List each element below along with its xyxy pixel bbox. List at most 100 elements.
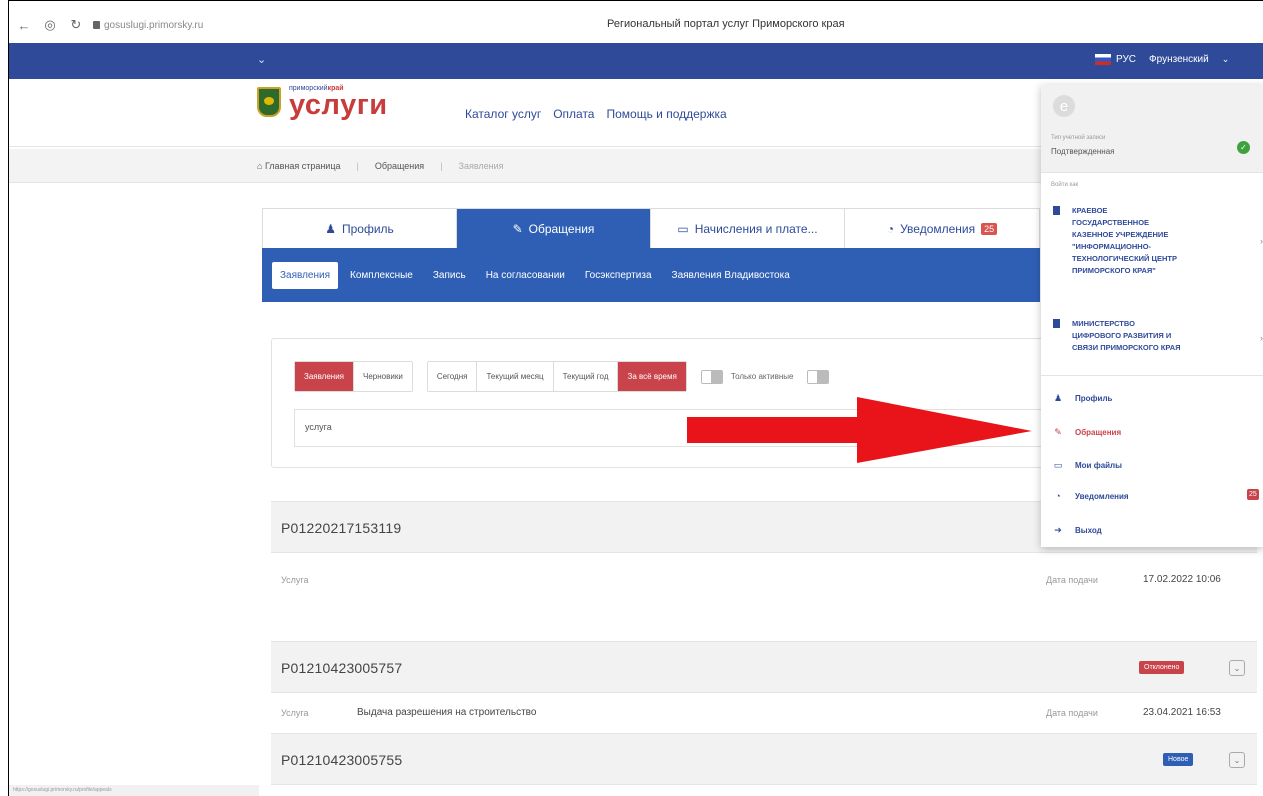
expand-icon[interactable]: ⌄ bbox=[1229, 752, 1245, 768]
active-only-toggle[interactable] bbox=[700, 369, 723, 384]
account-type: Подтвержденная bbox=[1051, 147, 1115, 156]
org-name-line: МИНИСТЕРСТВО bbox=[1072, 319, 1135, 328]
breadcrumb-current: Заявления bbox=[458, 161, 504, 171]
red-arrow-annotation bbox=[687, 397, 1032, 463]
user-icon: ♟ bbox=[325, 221, 336, 236]
user-dropdown: e Тип учетной записи Подтвержденная ✓ Во… bbox=[1041, 85, 1263, 547]
tab-notifications[interactable]: ◔ Уведомления 25 bbox=[845, 209, 1039, 248]
reload-icon[interactable]: ↻ bbox=[65, 14, 87, 36]
logo[interactable]: приморскийкрай услуги bbox=[257, 85, 388, 121]
language-switch[interactable]: РУС bbox=[1116, 54, 1136, 65]
active-only-label: Только активные bbox=[730, 372, 794, 381]
notifications-badge: 25 bbox=[981, 222, 998, 235]
breadcrumb-home[interactable]: ⌂ Главная страница bbox=[257, 161, 340, 171]
breadcrumb: ⌂ Главная страница | Обращения | Заявлен… bbox=[257, 161, 504, 171]
org-name-line: "ИНФОРМАЦИОННО- bbox=[1072, 242, 1152, 251]
menu-appeals[interactable]: ✎ Обращения bbox=[1053, 427, 1121, 438]
org-item-itc[interactable]: КРАЕВОЕ ГОСУДАРСТВЕННОЕ КАЗЕННОЕ УЧРЕЖДЕ… bbox=[1053, 205, 1263, 277]
tab-appeals[interactable]: ✎ Обращения bbox=[457, 209, 651, 248]
subtab-booking[interactable]: Запись bbox=[425, 262, 474, 289]
logo-title: услуги bbox=[289, 89, 388, 121]
status-badge: Отклонено bbox=[1139, 661, 1185, 674]
folder-icon: ▭ bbox=[1053, 460, 1063, 470]
extensions-icon[interactable]: ◎ bbox=[39, 14, 61, 36]
lock-icon bbox=[93, 21, 100, 29]
org-item-ministry[interactable]: МИНИСТЕРСТВО ЦИФРОВОГО РАЗВИТИЯ И СВЯЗИ … bbox=[1053, 318, 1263, 354]
org-name-line: ГОСУДАРСТВЕННОЕ bbox=[1072, 218, 1150, 227]
org-name: МИНИСТЕРСТВО ЦИФРОВОГО РАЗВИТИЯ И СВЯЗИ … bbox=[1072, 318, 1181, 354]
filter-drafts-button[interactable]: Черновики bbox=[354, 362, 412, 391]
card-icon: ▭ bbox=[677, 221, 689, 236]
menu-profile[interactable]: ♟ Профиль bbox=[1053, 393, 1113, 404]
chevron-down-icon[interactable]: ⌄ bbox=[1222, 54, 1230, 65]
breadcrumb-appeals[interactable]: Обращения bbox=[375, 161, 424, 171]
period-month-button[interactable]: Текущий месяц bbox=[477, 362, 554, 391]
period-today-button[interactable]: Сегодня bbox=[427, 362, 478, 391]
nav-catalog[interactable]: Каталог услуг bbox=[465, 107, 541, 121]
org-name: КРАЕВОЕ ГОСУДАРСТВЕННОЕ КАЗЕННОЕ УЧРЕЖДЕ… bbox=[1072, 205, 1177, 277]
tab-charges[interactable]: ▭ Начисления и плате... bbox=[651, 209, 845, 248]
flag-icon bbox=[1095, 54, 1111, 65]
address-bar[interactable]: gosuslugi.primorsky.ru bbox=[93, 20, 203, 31]
service-name: Выдача разрешения на строительство bbox=[357, 707, 537, 718]
menu-label: Выход bbox=[1075, 526, 1102, 535]
user-menu-button[interactable]: Фрунзенский bbox=[1149, 54, 1209, 65]
toggle-knob bbox=[710, 370, 722, 383]
filter-applications-button[interactable]: Заявления bbox=[295, 362, 355, 391]
building-icon bbox=[1053, 319, 1060, 328]
language-user-bar: РУС Фрунзенский ⌄ bbox=[1095, 54, 1229, 65]
subtab-approval[interactable]: На согласовании bbox=[478, 262, 573, 289]
list-item-header[interactable]: P01210423005755 Новое ⌄ bbox=[271, 733, 1257, 785]
subtab-complex[interactable]: Комплексные bbox=[342, 262, 421, 289]
account-type-label: Тип учетной записи bbox=[1051, 135, 1106, 141]
top-bar: ⌄ РУС Фрунзенский ⌄ bbox=[9, 43, 1263, 79]
chat-icon: ◔ bbox=[1055, 491, 1061, 501]
breadcrumb-home-label: Главная страница bbox=[264, 161, 341, 171]
tab-profile[interactable]: ♟ Профиль bbox=[263, 209, 457, 248]
menu-label: Уведомления bbox=[1075, 491, 1129, 501]
subtab-vladivostok[interactable]: Заявления Владивостока bbox=[664, 262, 798, 289]
profile-tabs: ♟ Профиль ✎ Обращения ▭ Начисления и плате.… bbox=[262, 208, 1040, 248]
edit-icon: ✎ bbox=[512, 221, 523, 236]
menu-files[interactable]: ▭ Мои файлы bbox=[1053, 460, 1122, 471]
tab-label: Обращения bbox=[528, 221, 595, 236]
nav-help[interactable]: Помощь и поддержка bbox=[606, 107, 726, 121]
period-all-button[interactable]: За всё время bbox=[618, 362, 686, 391]
date-label: Дата подачи bbox=[1046, 708, 1098, 718]
org-name-line: КАЗЕННОЕ УЧРЕЖДЕНИЕ bbox=[1072, 230, 1169, 239]
second-toggle[interactable] bbox=[807, 369, 830, 384]
nav-payment[interactable]: Оплата bbox=[553, 107, 594, 121]
edit-icon: ✎ bbox=[1054, 427, 1062, 437]
appeal-number: P01210423005755 bbox=[281, 752, 403, 768]
chat-icon: ◔ bbox=[886, 221, 895, 236]
period-year-button[interactable]: Текущий год bbox=[553, 362, 619, 391]
subtab-applications[interactable]: Заявления bbox=[272, 261, 339, 289]
appeal-number: P01220217153119 bbox=[281, 520, 402, 536]
subtabs: Заявления Комплексные Запись На согласов… bbox=[262, 248, 1040, 302]
submit-date: 17.02.2022 10:06 bbox=[1143, 574, 1221, 585]
logo-text: приморскийкрай услуги bbox=[289, 85, 388, 121]
type-filter: Заявления Черновики bbox=[294, 361, 413, 392]
menu-chevron-icon[interactable]: ⌄ bbox=[257, 53, 266, 66]
org-name-line: ТЕХНОЛОГИЧЕСКИЙ ЦЕНТР bbox=[1072, 254, 1177, 263]
menu-label: Обращения bbox=[1075, 428, 1122, 437]
back-icon[interactable]: ← bbox=[13, 14, 35, 36]
divider bbox=[1041, 375, 1263, 376]
org-name-line: КРАЕВОЕ bbox=[1072, 206, 1108, 215]
menu-notifications[interactable]: ◔ Уведомления bbox=[1053, 491, 1129, 501]
list-item-body: Услуга Выдача разрешения на строительств… bbox=[271, 693, 1257, 733]
breadcrumb-separator: | bbox=[356, 161, 359, 171]
menu-logout[interactable]: ➔ Выход bbox=[1053, 525, 1102, 536]
subtab-expertise[interactable]: Госэкспертиза bbox=[577, 262, 660, 289]
address-text: gosuslugi.primorsky.ru bbox=[104, 19, 204, 31]
period-filter: Сегодня Текущий месяц Текущий год За всё… bbox=[426, 361, 687, 392]
expand-icon[interactable]: ⌄ bbox=[1229, 660, 1245, 676]
account-info: e Тип учетной записи Подтвержденная ✓ bbox=[1041, 85, 1263, 173]
menu-label: Профиль bbox=[1075, 394, 1113, 403]
tab-label: Уведомления bbox=[900, 221, 976, 236]
menu-label: Мои файлы bbox=[1075, 461, 1122, 470]
list-item-body: Услуга Дата подачи 17.02.2022 10:06 bbox=[271, 553, 1257, 641]
login-as-label: Войти как bbox=[1051, 182, 1079, 188]
user-icon: ♟ bbox=[1053, 393, 1063, 403]
list-item-header[interactable]: P01210423005757 Отклонено ⌄ bbox=[271, 641, 1257, 693]
